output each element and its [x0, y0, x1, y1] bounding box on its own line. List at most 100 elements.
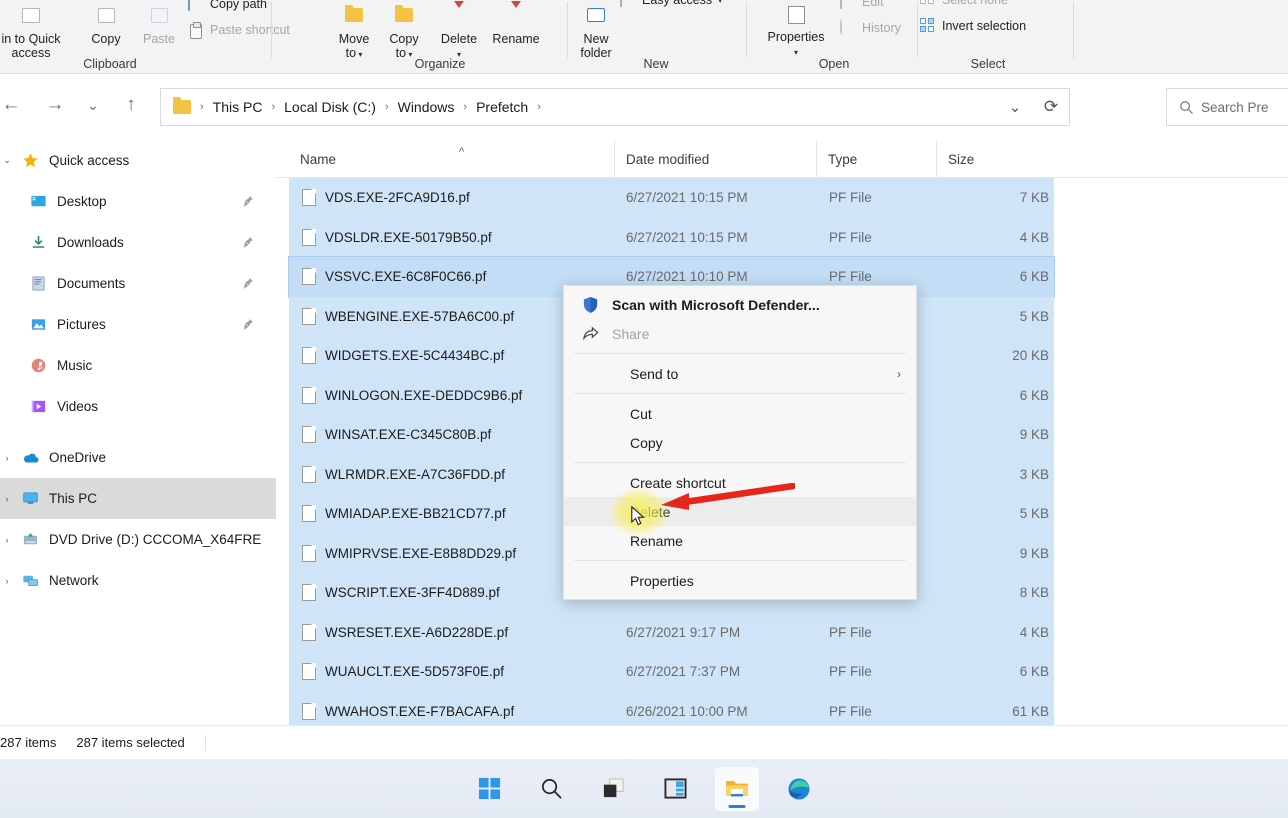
file-icon — [302, 386, 316, 404]
column-header-type[interactable]: Type — [816, 140, 936, 178]
sidebar-item-videos[interactable]: Videos — [0, 386, 276, 427]
sidebar-label: Videos — [57, 399, 99, 414]
delete-ribbon-button[interactable]: Delete ▾ — [433, 1, 485, 62]
context-menu-item-properties[interactable]: Properties — [564, 566, 916, 595]
breadcrumb-windows[interactable]: Windows — [394, 96, 459, 118]
recent-locations-button[interactable]: ⌄ — [78, 90, 108, 120]
breadcrumb-prefetch[interactable]: Prefetch — [472, 96, 532, 118]
file-date-cell: 6/27/2021 7:37 PM — [626, 664, 741, 680]
context-menu-item-delete[interactable]: Delete — [564, 497, 916, 526]
context-menu-label: Cut — [630, 405, 652, 422]
context-menu-separator — [574, 393, 906, 394]
chevron-right-icon[interactable]: › — [1, 453, 13, 463]
edit-button[interactable]: Edit — [840, 0, 884, 10]
copy-path-button[interactable]: Copy path — [188, 0, 267, 12]
sidebar-label: Documents — [57, 276, 126, 291]
context-menu-item-cut[interactable]: Cut — [564, 399, 916, 428]
chevron-right-icon[interactable]: › — [1, 576, 13, 586]
taskbar-start-button[interactable] — [467, 767, 511, 811]
sidebar-item-onedrive[interactable]: › OneDrive — [0, 437, 276, 478]
select-none-button[interactable]: Select none — [920, 0, 1008, 8]
taskbar-search-button[interactable] — [529, 767, 573, 811]
column-header-date-modified[interactable]: Date modified — [614, 140, 816, 178]
up-button[interactable]: ↑ — [116, 90, 146, 120]
context-menu-label: Rename — [630, 532, 683, 549]
paste-button[interactable]: Paste — [128, 8, 190, 46]
properties-button[interactable]: Properties ▾ — [758, 6, 834, 60]
sidebar-label: Desktop — [57, 194, 107, 209]
history-button[interactable]: History — [840, 19, 901, 36]
chevron-right-icon[interactable]: › — [1, 494, 13, 504]
sidebar-item-downloads[interactable]: Downloads — [0, 222, 276, 263]
context-menu-item-share[interactable]: Share — [564, 319, 916, 348]
onedrive-icon — [22, 449, 40, 467]
file-name-label: WSCRIPT.EXE-3FF4D889.pf — [325, 585, 500, 601]
context-menu-item-scan-with-defender[interactable]: Scan with Microsoft Defender... — [564, 290, 916, 319]
forward-button[interactable]: → — [40, 90, 70, 120]
sidebar-item-dvd-drive[interactable]: › DVD Drive (D:) CCCOMA_X64FRE — [0, 519, 276, 560]
breadcrumb-this-pc[interactable]: This PC — [209, 96, 267, 118]
search-box[interactable]: Search Pre — [1166, 88, 1288, 126]
sidebar-item-desktop[interactable]: Desktop — [0, 181, 276, 222]
table-row[interactable]: WSRESET.EXE-A6D228DE.pf 6/27/2021 9:17 PM… — [289, 612, 1054, 652]
breadcrumb-separator: › — [271, 101, 276, 113]
sidebar-item-this-pc[interactable]: › This PC — [0, 478, 276, 519]
column-header-size[interactable]: Size — [936, 140, 1046, 178]
sidebar-label: OneDrive — [49, 450, 107, 465]
back-button[interactable]: ← — [0, 90, 26, 120]
chevron-down-icon[interactable]: ⌄ — [1, 155, 13, 166]
context-menu-item-create-shortcut[interactable]: Create shortcut — [564, 468, 916, 497]
file-name-label: WMIADAP.EXE-BB21CD77.pf — [325, 506, 506, 522]
pin-icon[interactable] — [241, 318, 254, 331]
star-icon — [22, 152, 40, 170]
taskbar-file-explorer-button[interactable] — [715, 766, 759, 811]
sidebar-item-music[interactable]: Music — [0, 345, 276, 386]
rename-ribbon-button[interactable]: Rename — [485, 1, 547, 46]
pin-icon[interactable] — [241, 277, 254, 290]
column-label-size: Size — [948, 151, 975, 167]
file-name-label: VSSVC.EXE-6C8F0C66.pf — [325, 269, 487, 285]
table-row[interactable]: VDSLDR.EXE-50179B50.pf 6/27/2021 10:15 PM… — [289, 217, 1054, 257]
sidebar-item-pictures[interactable]: Pictures — [0, 304, 276, 345]
refresh-button[interactable]: ⟳ — [1033, 97, 1069, 117]
sidebar-item-network[interactable]: › Network — [0, 560, 276, 601]
file-size-cell: 6 KB — [1019, 387, 1049, 403]
this-pc-icon — [22, 490, 40, 508]
file-icon — [302, 623, 316, 641]
breadcrumb-local-disk[interactable]: Local Disk (C:) — [280, 96, 380, 118]
taskbar-task-view-button[interactable] — [591, 767, 635, 811]
pin-icon[interactable] — [241, 236, 254, 249]
context-menu-item-copy[interactable]: Copy — [564, 428, 916, 457]
column-header-name[interactable]: Name ^ — [289, 140, 614, 178]
table-row[interactable]: WUAUCLT.EXE-5D573F0E.pf 6/27/2021 7:37 PM… — [289, 652, 1054, 692]
paste-shortcut-button[interactable]: Paste shortcut — [188, 22, 290, 39]
chevron-right-icon[interactable]: › — [1, 535, 13, 545]
table-row[interactable]: VDS.EXE-2FCA9D16.pf 6/27/2021 10:15 PM PF … — [289, 178, 1054, 218]
new-folder-button[interactable]: New folder — [565, 8, 627, 60]
invert-selection-button[interactable]: Invert selection — [920, 18, 1026, 34]
file-size-cell: 7 KB — [1019, 190, 1049, 206]
taskbar-widgets-button[interactable] — [653, 767, 697, 811]
column-label-type: Type — [828, 151, 858, 167]
paste-shortcut-icon — [188, 22, 204, 39]
start-icon — [478, 777, 500, 800]
sidebar-label: This PC — [49, 491, 98, 506]
address-dropdown-button[interactable]: ⌄ — [997, 98, 1033, 116]
move-to-button[interactable]: Move to ▾ — [330, 5, 378, 62]
file-name-label: VDS.EXE-2FCA9D16.pf — [325, 190, 470, 206]
copy-to-button[interactable]: Copy to ▾ — [380, 5, 428, 62]
status-selected-count: 287 items selected — [76, 735, 185, 750]
sidebar-item-quick-access[interactable]: ⌄ Quick access — [0, 140, 276, 181]
file-name-label: WWAHOST.EXE-F7BACAFA.pf — [325, 703, 515, 719]
context-menu-item-send-to[interactable]: Send to › — [564, 359, 916, 388]
pin-to-quick-access-button[interactable]: in to Quick access — [0, 8, 74, 60]
easy-access-button[interactable]: Easy access ▾ — [620, 0, 722, 8]
file-name-label: WINSAT.EXE-C345C80B.pf — [325, 427, 492, 443]
sidebar-label: Network — [49, 573, 99, 588]
context-menu-item-rename[interactable]: Rename — [564, 526, 916, 555]
pin-icon[interactable] — [241, 195, 254, 208]
taskbar-edge-button[interactable] — [777, 767, 821, 811]
address-bar[interactable]: › This PC › Local Disk (C:) › Windows › … — [160, 88, 1070, 126]
file-icon — [302, 347, 316, 365]
sidebar-item-documents[interactable]: Documents — [0, 263, 276, 304]
